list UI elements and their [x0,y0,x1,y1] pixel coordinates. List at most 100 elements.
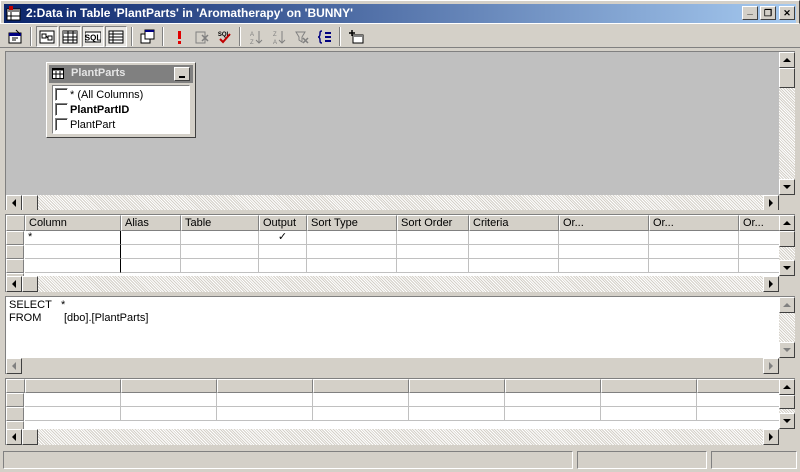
results-column-header[interactable] [313,379,409,393]
grid-cell-alias[interactable] [121,259,181,273]
scroll-thumb[interactable] [779,395,795,409]
results-row-header[interactable] [6,407,24,421]
grid-cell-column[interactable]: * [25,231,121,245]
sort-descending-button[interactable]: ZA [268,26,290,47]
clear-results-button[interactable] [191,26,213,47]
restore-button[interactable]: ❐ [760,6,776,20]
grid-cell-or[interactable] [739,245,781,259]
diagram-horizontal-scrollbar[interactable] [6,195,779,211]
scroll-right-button[interactable] [763,195,779,211]
grid-header-output[interactable]: Output [259,215,307,231]
results-horizontal-scrollbar[interactable] [6,429,779,445]
results-row-header[interactable] [6,393,24,407]
results-column-header[interactable] [217,379,313,393]
scroll-left-button[interactable] [6,195,22,211]
results-vertical-scrollbar[interactable] [779,379,795,429]
remove-filter-button[interactable] [291,26,313,47]
grid-header-criteria[interactable]: Criteria [469,215,559,231]
change-query-type-button[interactable] [137,26,159,47]
grid-cell-alias[interactable] [121,231,181,245]
diagram-vertical-scrollbar[interactable] [779,52,795,195]
results-cell[interactable] [25,407,121,421]
grid-cell-or[interactable] [649,231,739,245]
results-cell[interactable] [697,407,781,421]
table-window-plantparts[interactable]: PlantParts * (All Columns) PlantPartID P… [46,62,196,138]
results-cell[interactable] [505,393,601,407]
grid-cell-criteria[interactable] [469,259,559,273]
scroll-down-button[interactable] [779,179,795,195]
grid-cell-or[interactable] [559,231,649,245]
show-grid-pane-button[interactable] [59,26,81,47]
minimize-button[interactable]: _ [742,6,758,20]
grid-cell-or[interactable] [739,231,781,245]
column-item-plantpart[interactable]: PlantPart [55,117,115,132]
scroll-up-button[interactable] [779,379,795,395]
grid-vertical-scrollbar[interactable] [779,215,795,276]
results-cell[interactable] [409,407,505,421]
scroll-thumb[interactable] [22,276,38,292]
grid-header-or-1[interactable]: Or... [559,215,649,231]
add-table-button[interactable] [345,26,367,47]
grid-cell-or[interactable] [649,259,739,273]
results-column-header[interactable] [505,379,601,393]
scroll-thumb[interactable] [22,195,38,211]
grid-cell-sort-order[interactable] [397,245,469,259]
sort-ascending-button[interactable]: AZ [245,26,267,47]
grid-cell-or[interactable] [739,259,781,273]
title-bar[interactable]: 2:Data in Table 'PlantParts' in 'Aromath… [0,0,800,24]
output-checkbox[interactable] [259,259,307,273]
group-by-button[interactable] [314,26,336,47]
sql-pane[interactable]: SELECT * FROM [dbo].[PlantParts] [5,296,795,374]
results-cell[interactable] [601,393,697,407]
grid-horizontal-scrollbar[interactable] [6,276,779,292]
grid-cell-sort-type[interactable] [307,259,397,273]
scroll-up-button[interactable] [779,52,795,68]
table-window-caption[interactable]: PlantParts [49,65,193,83]
grid-cell-table[interactable] [181,231,259,245]
results-column-header[interactable] [697,379,781,393]
grid-header-table[interactable]: Table [181,215,259,231]
grid-cell-sort-type[interactable] [307,231,397,245]
table-window-minimize-button[interactable] [174,67,190,81]
grid-header-sort-order[interactable]: Sort Order [397,215,469,231]
properties-button[interactable] [4,26,26,47]
grid-cell-column[interactable] [25,259,121,273]
diagram-pane[interactable]: PlantParts * (All Columns) PlantPartID P… [5,51,795,211]
table-column-list[interactable]: * (All Columns) PlantPartID PlantPart [52,85,190,134]
scroll-thumb[interactable] [22,429,38,445]
grid-cell-column[interactable] [25,245,121,259]
run-button[interactable] [168,26,190,47]
grid-cell-or[interactable] [649,245,739,259]
grid-cell-or[interactable] [559,245,649,259]
scroll-thumb[interactable] [779,231,795,247]
sql-vertical-scrollbar[interactable] [779,297,795,358]
verify-sql-button[interactable]: SQL [214,26,236,47]
show-results-pane-button[interactable] [105,26,127,47]
close-button[interactable]: ✕ [779,6,795,20]
scroll-up-button[interactable] [779,297,795,313]
grid-row-header[interactable] [6,245,24,259]
results-cell[interactable] [217,393,313,407]
grid-cell-table[interactable] [181,245,259,259]
scroll-down-button[interactable] [779,260,795,276]
results-cell[interactable] [121,407,217,421]
results-cell[interactable] [217,407,313,421]
column-checkbox[interactable] [55,88,68,101]
results-pane[interactable] [5,378,795,445]
grid-header-sort-type[interactable]: Sort Type [307,215,397,231]
results-cell[interactable] [313,407,409,421]
column-checkbox[interactable] [55,118,68,131]
scroll-down-button[interactable] [779,342,795,358]
scroll-right-button[interactable] [763,276,779,292]
scroll-down-button[interactable] [779,413,795,429]
scroll-thumb[interactable] [779,68,795,88]
results-column-header[interactable] [25,379,121,393]
grid-header-column[interactable]: Column [25,215,121,231]
grid-cell-alias[interactable] [121,245,181,259]
grid-row-header[interactable] [6,231,24,245]
scroll-left-button[interactable] [6,358,22,374]
scroll-left-button[interactable] [6,276,22,292]
results-cell[interactable] [409,393,505,407]
column-item-plantpartid[interactable]: PlantPartID [55,102,129,117]
results-cell[interactable] [121,393,217,407]
